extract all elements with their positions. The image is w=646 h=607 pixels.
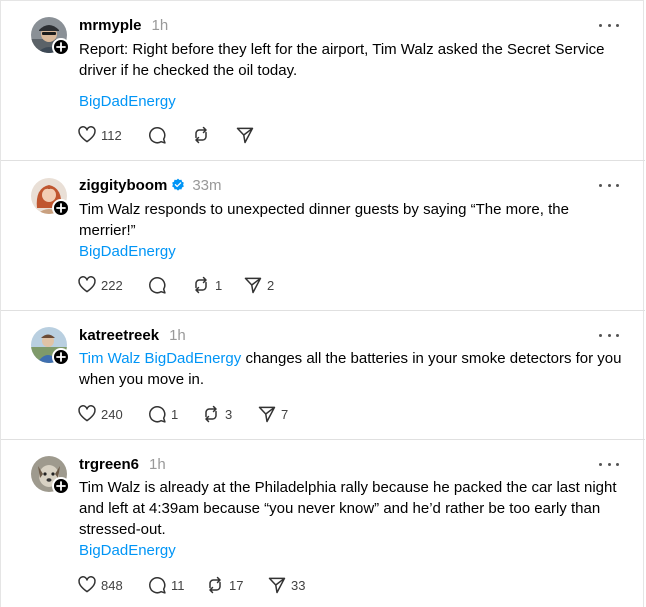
post-text: Report: Right before they left for the a… — [79, 39, 627, 81]
avatar[interactable] — [31, 17, 70, 56]
post: trgreen6 1h Tim Walz is already at the P… — [1, 440, 645, 607]
reply-count: 11 — [171, 577, 185, 593]
like-button[interactable]: 848 — [77, 575, 147, 595]
avatar[interactable] — [31, 456, 70, 495]
topic-tag[interactable]: BigDadEnergy — [79, 540, 176, 561]
post-text-content: Report: Right before they left for the a… — [79, 41, 605, 79]
post-actions: 222 1 2 — [77, 273, 287, 297]
username[interactable]: mrmyple — [79, 17, 142, 34]
follow-plus-icon[interactable] — [52, 477, 70, 495]
like-button[interactable]: 240 — [77, 404, 147, 424]
post-actions: 240 1 3 7 — [77, 402, 301, 426]
share-count: 7 — [281, 406, 289, 422]
send-icon — [268, 577, 286, 594]
post-header: ziggityboom 33m — [79, 175, 222, 195]
heart-icon — [78, 276, 96, 293]
reply-button[interactable]: 1 — [147, 404, 201, 424]
thread-feed: mrmyple 1h Report: Right before they lef… — [0, 0, 645, 607]
verified-badge-icon — [171, 178, 185, 192]
more-options-icon[interactable] — [599, 17, 619, 33]
post: mrmyple 1h Report: Right before they lef… — [1, 1, 645, 161]
share-count: 2 — [267, 277, 275, 293]
topic-tag[interactable]: BigDadEnergy — [79, 91, 176, 112]
username[interactable]: ziggityboom — [79, 177, 167, 194]
heart-icon — [78, 576, 96, 593]
heart-icon — [78, 126, 96, 143]
comment-icon — [149, 577, 166, 594]
send-icon — [244, 277, 262, 294]
post-text: Tim Walz responds to unexpected dinner g… — [79, 199, 627, 241]
post-actions: 112 — [77, 123, 279, 147]
share-button[interactable]: 2 — [243, 275, 287, 295]
like-count: 240 — [101, 406, 123, 422]
send-icon — [258, 406, 276, 423]
reply-button[interactable]: 11 — [147, 575, 205, 595]
more-options-icon[interactable] — [599, 456, 619, 472]
post-header: trgreen6 1h — [79, 454, 166, 474]
like-count: 112 — [101, 127, 122, 143]
follow-plus-icon[interactable] — [52, 38, 70, 56]
repost-count: 3 — [225, 406, 233, 422]
repost-count: 17 — [229, 577, 244, 593]
avatar[interactable] — [31, 327, 70, 366]
post-text-content: Tim Walz responds to unexpected dinner g… — [79, 201, 569, 239]
more-options-icon[interactable] — [599, 327, 619, 343]
send-icon — [236, 127, 254, 144]
like-count: 848 — [101, 577, 123, 593]
timestamp[interactable]: 33m — [192, 177, 221, 194]
post-text: Tim Walz BigDadEnergy changes all the ba… — [79, 348, 627, 390]
username[interactable]: katreetreek — [79, 327, 159, 344]
repost-icon — [209, 576, 221, 594]
comment-icon — [149, 277, 166, 294]
comment-icon — [149, 127, 166, 144]
timestamp[interactable]: 1h — [169, 327, 186, 344]
follow-plus-icon[interactable] — [52, 199, 70, 217]
topic-tag[interactable]: BigDadEnergy — [79, 241, 176, 262]
post-header: mrmyple 1h — [79, 15, 168, 35]
reply-button[interactable] — [147, 125, 191, 145]
repost-count: 1 — [215, 277, 223, 293]
repost-button[interactable]: 1 — [191, 275, 243, 295]
avatar[interactable] — [31, 178, 70, 217]
comment-icon — [149, 406, 166, 423]
follow-plus-icon[interactable] — [52, 348, 70, 366]
mention-link[interactable]: Tim Walz BigDadEnergy — [79, 350, 241, 367]
repost-icon — [195, 276, 207, 294]
post-text: Tim Walz is already at the Philadelphia … — [79, 477, 627, 540]
heart-icon — [78, 405, 96, 422]
share-button[interactable]: 33 — [267, 575, 317, 595]
post: katreetreek 1h Tim Walz BigDadEnergy cha… — [1, 311, 645, 440]
reply-button[interactable] — [147, 275, 191, 295]
post: ziggityboom 33m Tim Walz responds to une… — [1, 161, 645, 311]
repost-button[interactable] — [191, 125, 235, 145]
repost-icon — [195, 126, 207, 144]
repost-button[interactable]: 17 — [205, 575, 267, 595]
username[interactable]: trgreen6 — [79, 456, 139, 473]
like-button[interactable]: 112 — [77, 125, 147, 145]
share-count: 33 — [291, 577, 306, 593]
reply-count: 1 — [171, 406, 179, 422]
post-text-content: Tim Walz is already at the Philadelphia … — [79, 479, 617, 538]
repost-icon — [205, 405, 217, 423]
post-actions: 848 11 17 33 — [77, 573, 317, 597]
share-button[interactable]: 7 — [257, 404, 301, 424]
repost-button[interactable]: 3 — [201, 404, 257, 424]
more-options-icon[interactable] — [599, 177, 619, 193]
like-button[interactable]: 222 — [77, 275, 147, 295]
timestamp[interactable]: 1h — [149, 456, 166, 473]
timestamp[interactable]: 1h — [152, 17, 169, 34]
post-header: katreetreek 1h — [79, 325, 186, 345]
share-button[interactable] — [235, 125, 279, 145]
like-count: 222 — [101, 277, 123, 293]
